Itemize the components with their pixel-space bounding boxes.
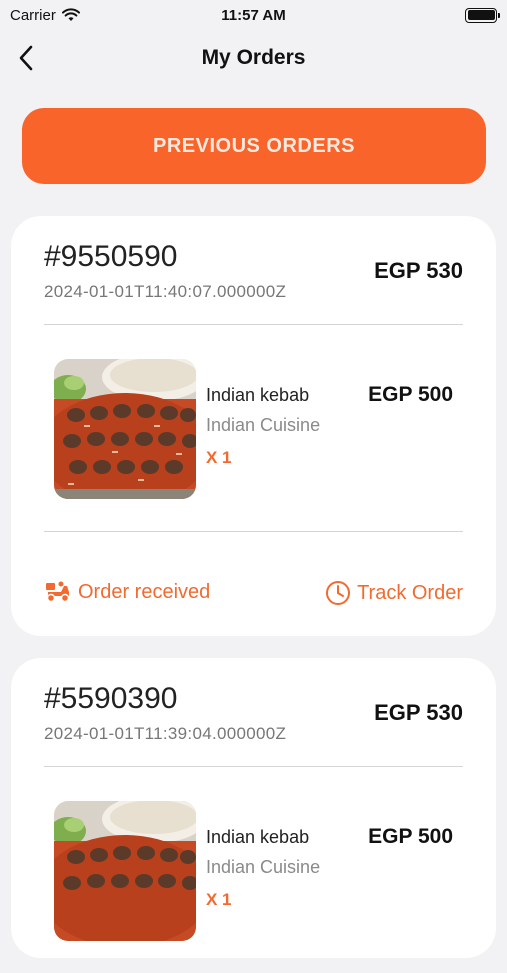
order-date: 2024-01-01T11:39:04.000000Z — [44, 724, 287, 743]
track-order-label: Track Order — [357, 581, 463, 604]
item-name: Indian kebab — [206, 827, 310, 847]
order-date: 2024-01-01T11:40:07.000000Z — [44, 282, 287, 301]
item-price: EGP 500 — [368, 825, 453, 848]
item-quantity: X 1 — [206, 890, 232, 909]
wifi-icon — [61, 8, 80, 21]
previous-orders-button[interactable]: PREVIOUS ORDERS — [22, 108, 486, 184]
order-footer: Order received Track Order — [44, 532, 463, 636]
nav-bar: My Orders — [0, 36, 507, 80]
item-quantity: X 1 — [206, 448, 232, 467]
delivery-scooter-icon — [46, 581, 70, 603]
food-image — [54, 801, 196, 941]
order-id: #9550590 — [44, 240, 178, 273]
order-status: Order received — [44, 580, 210, 604]
order-status-label: Order received — [78, 580, 211, 603]
status-bar: Carrier 11:57 AM — [0, 0, 507, 30]
order-total: EGP 530 — [374, 700, 463, 725]
back-button[interactable] — [8, 40, 44, 76]
carrier-label: Carrier — [10, 6, 56, 24]
order-id: #5590390 — [44, 682, 178, 715]
battery-level — [467, 10, 495, 20]
order-item[interactable]: Indian kebab Indian Cuisine X 1 EGP 500 — [44, 325, 463, 531]
order-card[interactable]: #9550590 2024-01-01T11:40:07.000000Z EGP… — [11, 216, 496, 636]
item-cuisine: Indian Cuisine — [206, 857, 321, 877]
order-total: EGP 530 — [374, 258, 463, 283]
order-header: #9550590 2024-01-01T11:40:07.000000Z EGP… — [44, 216, 463, 324]
chevron-left-icon — [19, 45, 33, 71]
item-price: EGP 500 — [368, 383, 453, 406]
battery-icon — [465, 7, 500, 23]
order-header: #5590390 2024-01-01T11:39:04.000000Z EGP… — [44, 658, 463, 766]
item-cuisine: Indian Cuisine — [206, 415, 321, 435]
item-name: Indian kebab — [206, 385, 310, 405]
track-order-button[interactable]: Track Order — [325, 580, 463, 606]
order-card[interactable]: #5590390 2024-01-01T11:39:04.000000Z EGP… — [11, 658, 496, 958]
status-left: Carrier — [10, 7, 80, 24]
clock-icon — [326, 581, 351, 605]
food-image — [54, 359, 196, 499]
page-title: My Orders — [201, 46, 306, 69]
order-item[interactable]: Indian kebab Indian Cuisine X 1 EGP 500 — [44, 767, 463, 973]
